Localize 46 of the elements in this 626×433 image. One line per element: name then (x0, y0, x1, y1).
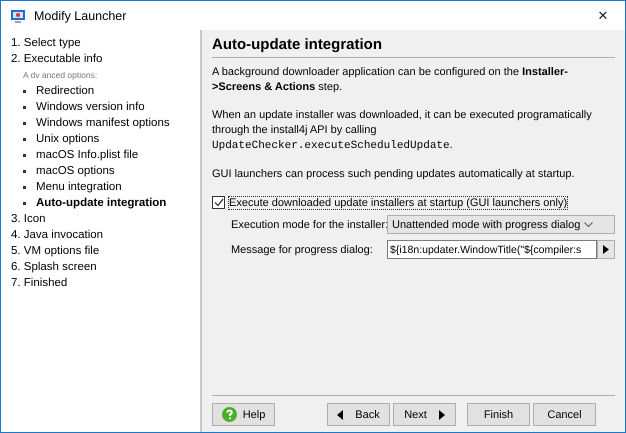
nav-item[interactable]: Unix options (36, 131, 100, 147)
close-icon[interactable]: ✕ (581, 8, 625, 23)
description-text: When an update installer was downloaded, it can be executed programatically through the install4j API by calling UpdateChecker.executeScheduledUpdate. (212, 108, 593, 154)
bullet-icon (23, 122, 26, 124)
dialog-button[interactable]: Cancel (533, 403, 596, 426)
back-button[interactable]: Back (327, 403, 390, 426)
nav-item[interactable]: Auto-update integration (36, 195, 166, 211)
app-icon (10, 8, 26, 24)
nav-item[interactable]: 7. Finished (11, 275, 200, 291)
nav-item[interactable]: 4. Java invocation (11, 227, 200, 243)
nav-item[interactable]: macOS options (36, 163, 115, 179)
left-arrow-icon (337, 410, 344, 420)
mode-dropdown[interactable]: Unattended mode with progress dialog (387, 215, 615, 234)
help-icon (222, 407, 237, 422)
next-button[interactable]: Next (393, 403, 456, 426)
nav-item[interactable]: Windows version info (36, 99, 145, 115)
message-field[interactable]: ${i18n:updater.WindowTitle("${compiler:s (387, 240, 597, 259)
bullet-icon (23, 138, 26, 140)
bullet-icon (23, 186, 26, 188)
nav-item[interactable]: Redirection (36, 83, 94, 99)
checkbox[interactable] (212, 196, 225, 209)
right-arrow-icon (438, 410, 445, 420)
bullet-icon (23, 202, 26, 204)
insert-button[interactable] (597, 240, 615, 259)
description-text: A background downloader application can be configured on the Installer->Screens & Actions step. (212, 65, 569, 95)
nav-item[interactable]: macOS Info.plist file (36, 147, 138, 163)
chevron-icon (584, 222, 594, 228)
nav-item[interactable]: Windows manifest options (36, 115, 170, 131)
bullet-icon (23, 170, 26, 172)
help-button[interactable]: Help (212, 403, 275, 426)
message-label: Message for progress dialog: (231, 244, 374, 256)
nav-item[interactable]: 3. Icon (11, 211, 200, 227)
play-icon (603, 245, 609, 254)
checkbox-label: Execute downloaded update installers at startup (GUI launchers only) (229, 196, 568, 208)
bullet-icon (23, 106, 26, 108)
nav-item[interactable]: 2. Executable info (11, 51, 200, 67)
bullet-icon (23, 154, 26, 156)
nav-item[interactable]: Menu integration (36, 179, 122, 195)
window-title: Modify Launcher (34, 8, 128, 22)
nav-item[interactable]: 6. Splash screen (11, 259, 200, 275)
nav-item[interactable]: 1. Select type (11, 35, 200, 51)
dialog-button[interactable]: Finish (467, 403, 530, 426)
description-text: GUI launchers can process such pending updates automatically at startup. (212, 167, 576, 182)
bullet-icon (23, 90, 26, 92)
nav-item[interactable]: 5. VM options file (11, 243, 200, 259)
page-heading: Auto-update integration (212, 30, 615, 58)
